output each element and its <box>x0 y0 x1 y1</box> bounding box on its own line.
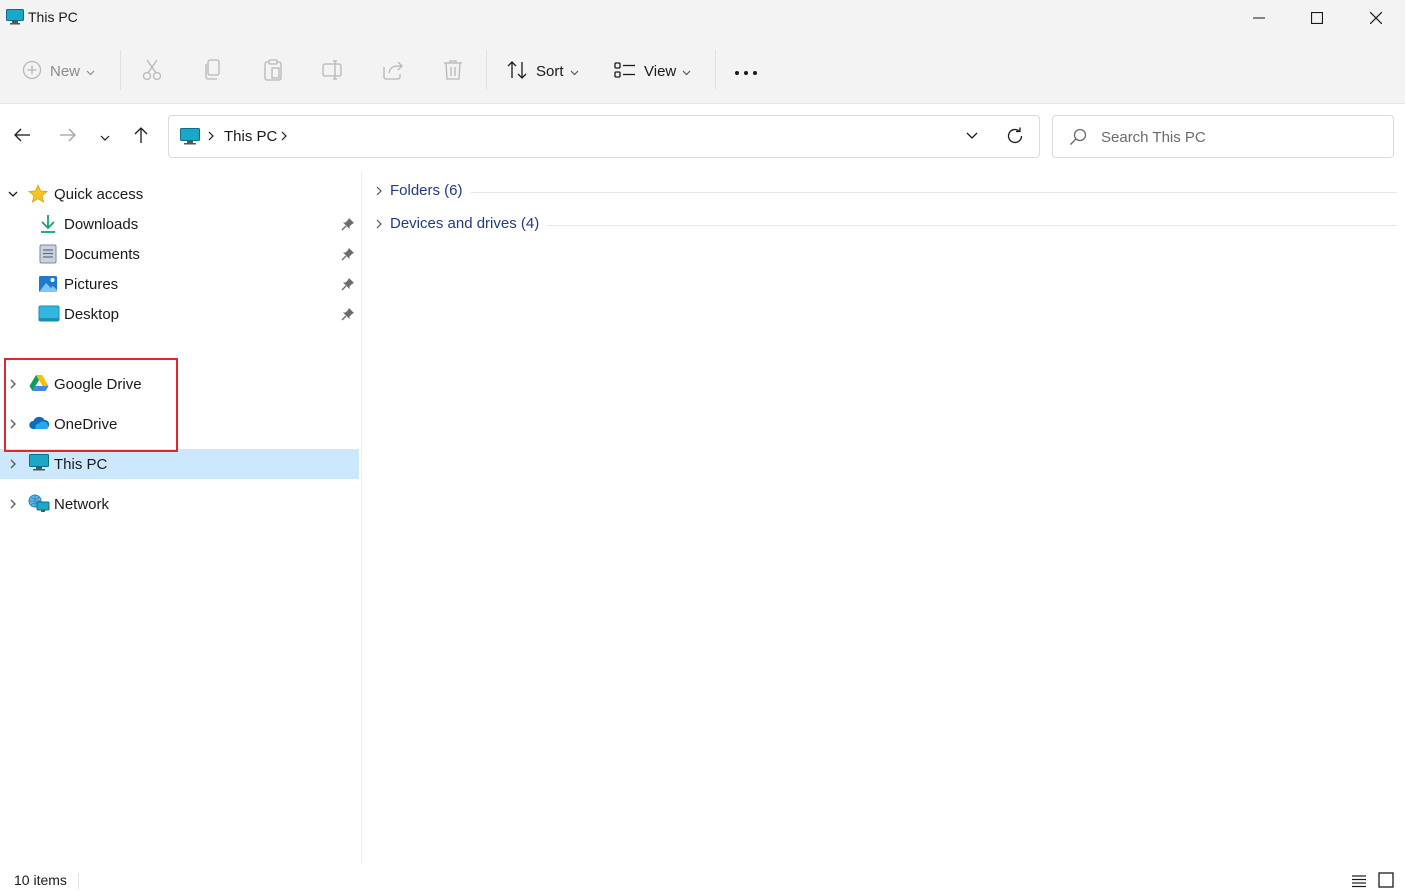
chevron-down-icon[interactable] <box>7 187 19 204</box>
sidebar-item-label: Documents <box>64 246 140 263</box>
chevron-right-icon[interactable] <box>374 217 384 233</box>
forward-button[interactable] <box>52 120 84 152</box>
chevron-right-icon[interactable] <box>207 129 215 146</box>
toolbar-divider <box>486 50 487 90</box>
sidebar-item-desktop[interactable]: Desktop <box>0 299 359 329</box>
large-icons-view-icon[interactable] <box>1378 872 1394 891</box>
pin-icon <box>341 307 355 325</box>
group-header-devices-and-drives[interactable]: Devices and drives (4) <box>372 211 1397 237</box>
plus-circle-icon <box>22 60 42 83</box>
title-bar: This PC <box>0 0 1405 36</box>
breadcrumb-this-pc[interactable]: This PC <box>224 128 277 145</box>
sidebar-item-downloads[interactable]: Downloads <box>0 209 359 239</box>
group-divider <box>390 192 1397 193</box>
delete-button[interactable] <box>443 54 463 88</box>
arrow-up-icon <box>133 126 149 147</box>
view-list-icon <box>614 61 636 82</box>
chevron-right-icon[interactable] <box>280 129 288 146</box>
share-button[interactable] <box>382 54 404 88</box>
this-pc-icon <box>6 9 24 28</box>
up-button[interactable] <box>125 120 157 152</box>
new-button-label: New <box>50 62 81 80</box>
chevron-down-icon <box>682 63 691 79</box>
group-label: Devices and drives (4) <box>390 215 548 232</box>
navigation-pane: Quick access Downloads Documents Picture… <box>0 172 361 864</box>
status-item-count: 10 items <box>14 872 67 888</box>
arrow-right-icon <box>59 127 77 146</box>
sidebar-item-quick-access[interactable]: Quick access <box>0 179 359 209</box>
more-dots-icon <box>734 63 758 79</box>
group-label: Folders (6) <box>390 182 471 199</box>
pin-icon <box>341 247 355 265</box>
arrow-left-icon <box>13 127 31 146</box>
toolbar-divider <box>715 50 716 90</box>
search-input[interactable] <box>1101 126 1381 148</box>
sort-button-label: Sort <box>536 62 564 80</box>
paste-button[interactable] <box>263 54 283 88</box>
sidebar-item-this-pc[interactable]: This PC <box>0 449 359 479</box>
status-divider <box>78 873 79 889</box>
address-bar[interactable]: This PC <box>168 115 1040 158</box>
chevron-right-icon[interactable] <box>374 184 384 200</box>
pane-divider[interactable] <box>361 172 362 864</box>
command-bar: New Sort View <box>0 36 1405 104</box>
refresh-icon[interactable] <box>1005 126 1025 149</box>
pin-icon <box>341 217 355 235</box>
star-icon <box>27 183 49 208</box>
sidebar-item-label: Pictures <box>64 276 119 293</box>
sidebar-item-label: Network <box>54 496 110 513</box>
network-icon <box>28 494 50 518</box>
details-view-icon[interactable] <box>1351 874 1367 891</box>
sidebar-item-documents[interactable]: Documents <box>0 239 359 269</box>
pin-icon <box>341 277 355 295</box>
sort-arrows-icon <box>506 60 528 83</box>
cloud-drives-highlight <box>4 358 178 452</box>
rename-icon <box>322 59 344 84</box>
maximize-button[interactable] <box>1288 0 1346 36</box>
rename-button[interactable] <box>322 54 344 88</box>
scissors-icon <box>142 59 162 84</box>
view-button-label: View <box>644 62 677 80</box>
address-history-dropdown[interactable] <box>965 128 979 147</box>
share-icon <box>382 59 404 84</box>
recent-locations-button[interactable] <box>89 120 121 152</box>
search-box[interactable] <box>1052 115 1394 158</box>
chevron-down-icon <box>570 63 579 79</box>
sidebar-item-label: This PC <box>54 456 108 473</box>
copy-icon <box>203 58 223 84</box>
this-pc-icon <box>29 454 49 476</box>
window-title: This PC <box>28 9 78 25</box>
sidebar-item-label: Quick access <box>54 186 144 203</box>
sidebar-item-pictures[interactable]: Pictures <box>0 269 359 299</box>
download-icon <box>38 214 58 238</box>
back-button[interactable] <box>6 120 38 152</box>
search-icon <box>1069 128 1087 149</box>
copy-button[interactable] <box>203 54 223 88</box>
chevron-right-icon[interactable] <box>7 457 19 474</box>
sidebar-item-label: Desktop <box>64 306 120 323</box>
document-icon <box>39 244 57 268</box>
cut-button[interactable] <box>142 54 162 88</box>
chevron-down-icon <box>86 63 95 79</box>
view-button[interactable]: View <box>614 54 691 88</box>
desktop-icon <box>38 304 60 328</box>
clipboard-icon <box>263 58 283 84</box>
minimize-button[interactable] <box>1230 0 1288 36</box>
close-button[interactable] <box>1347 0 1405 36</box>
chevron-right-icon[interactable] <box>7 497 19 514</box>
new-button[interactable]: New <box>22 54 95 88</box>
toolbar-divider <box>120 50 121 90</box>
this-pc-icon <box>180 128 200 149</box>
pictures-icon <box>38 274 58 298</box>
trash-icon <box>443 59 463 84</box>
see-more-button[interactable] <box>734 54 758 88</box>
group-header-folders[interactable]: Folders (6) <box>372 178 1397 204</box>
sidebar-item-network[interactable]: Network <box>0 489 359 519</box>
chevron-down-icon <box>100 128 110 144</box>
sort-button[interactable]: Sort <box>506 54 579 88</box>
sidebar-item-label: Downloads <box>64 216 139 233</box>
